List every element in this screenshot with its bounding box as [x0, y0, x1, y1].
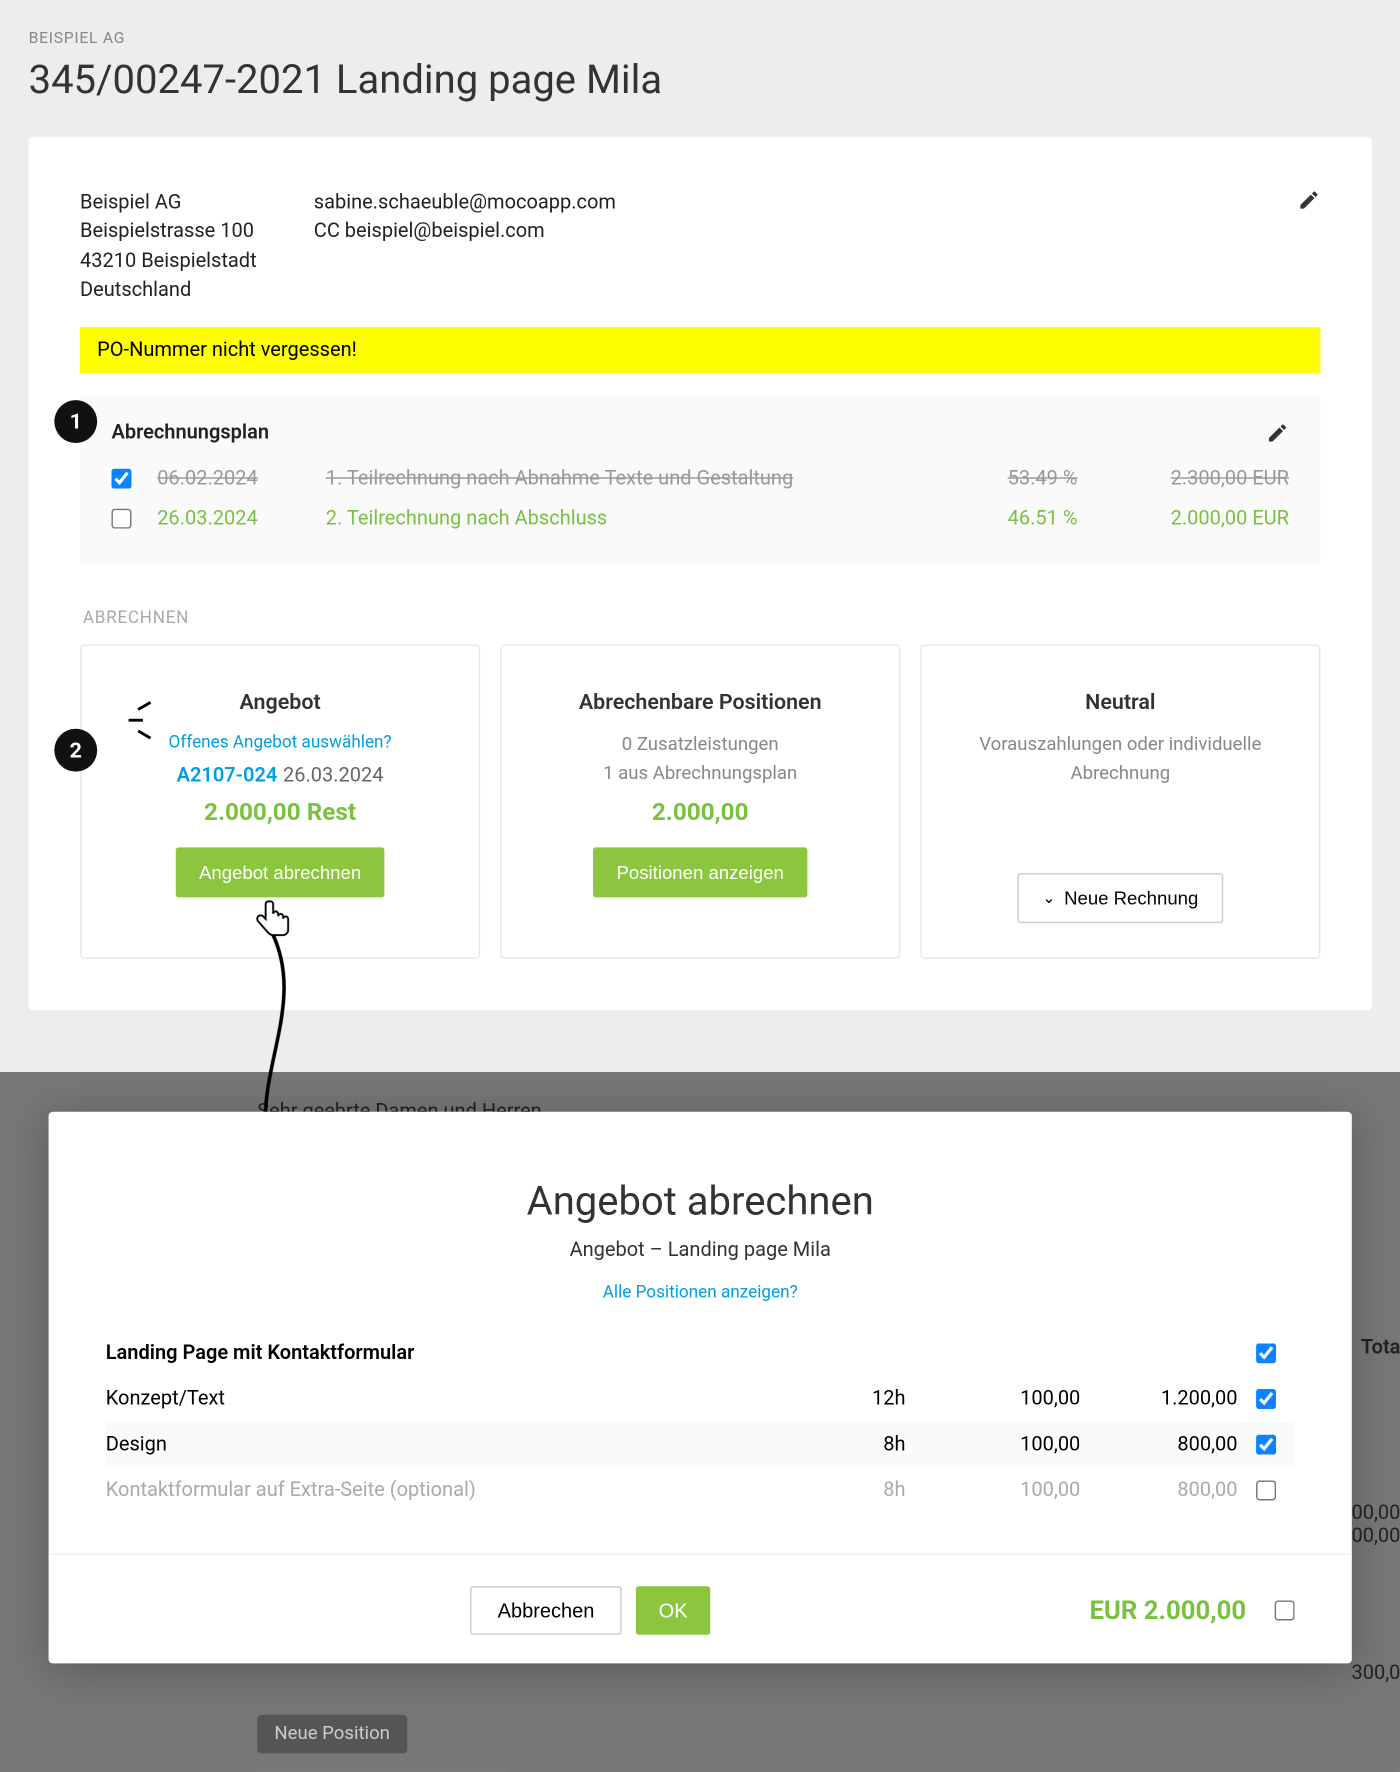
modal-item-row: Design 8 h 100,00 800,00: [106, 1422, 1295, 1468]
modal-item-label: Design: [106, 1433, 795, 1456]
positionen-card: Abrechenbare Positionen 0 Zusatzleistung…: [500, 645, 900, 959]
neutral-card: Neutral Vorauszahlungen oder individuell…: [920, 645, 1320, 959]
address-block: Beispiel AG Beispielstrasse 100 43210 Be…: [80, 189, 257, 305]
bg-num: 300,0: [1340, 1662, 1400, 1685]
positionen-title: Abrechenbare Positionen: [527, 689, 873, 715]
modal-item-checkbox[interactable]: [1256, 1389, 1276, 1409]
address-country: Deutschland: [80, 276, 257, 305]
neue-position-label: Neue Position: [257, 1715, 407, 1754]
modal-item-total: 800,00: [1080, 1479, 1237, 1502]
offer-date: 26.03.2024: [283, 765, 383, 788]
modal-item-qty: 8: [795, 1479, 895, 1502]
modal-item-label: Konzept/Text: [106, 1388, 795, 1411]
neutral-sub: Vorauszahlungen oder individuelle Abrech…: [947, 732, 1293, 788]
modal-item-row: Konzept/Text 12 h 100,00 1.200,00: [106, 1376, 1295, 1422]
plan-row-pct: 46.51 %: [949, 508, 1078, 531]
modal-section-label: Landing Page mit Kontaktformular: [106, 1342, 795, 1365]
modal-section-row: Landing Page mit Kontaktformular: [106, 1330, 1295, 1376]
badge-2: 2: [54, 729, 97, 772]
modal-table: Landing Page mit Kontaktformular Konzept…: [49, 1330, 1352, 1527]
plan-title: Abrechnungsplan: [111, 422, 269, 445]
offer-id[interactable]: A2107-024: [177, 765, 278, 788]
modal-item-checkbox[interactable]: [1256, 1435, 1276, 1455]
modal-item-price: 100,00: [937, 1433, 1080, 1456]
plan-row-date: 06.02.2024: [157, 468, 314, 491]
plan-row-pct: 53.49 %: [949, 468, 1078, 491]
neue-rechnung-button[interactable]: ⌄ Neue Rechnung: [1018, 873, 1223, 923]
address-street: Beispielstrasse 100: [80, 218, 257, 247]
modal-footer-checkbox[interactable]: [1275, 1600, 1295, 1620]
neue-rechnung-label: Neue Rechnung: [1064, 888, 1198, 909]
plan-row: 26.03.2024 2. Teilrechnung nach Abschlus…: [111, 499, 1288, 539]
angebot-select-link[interactable]: Offenes Angebot auswählen?: [107, 732, 453, 752]
positionen-line2: 1 aus Abrechnungsplan: [527, 760, 873, 788]
offer-rest: 2.000,00 Rest: [107, 799, 453, 828]
plan-edit-icon[interactable]: [1266, 422, 1289, 445]
badge-1: 1: [54, 400, 97, 443]
angebot-title: Angebot: [107, 689, 453, 715]
plan-row-desc: 1. Teilrechnung nach Abnahme Texte und G…: [326, 468, 938, 491]
project-card: Beispiel AG Beispielstrasse 100 43210 Be…: [29, 137, 1372, 1010]
modal-item-unit: h: [895, 1388, 938, 1411]
angebot-abrechnen-modal: Angebot abrechnen Angebot – Landing page…: [49, 1112, 1352, 1664]
plan-row-checkbox[interactable]: [111, 509, 131, 529]
angebot-abrechnen-button[interactable]: Angebot abrechnen: [176, 848, 384, 898]
modal-item-unit: h: [895, 1479, 938, 1502]
modal-item-total: 800,00: [1080, 1433, 1237, 1456]
modal-item-total: 1.200,00: [1080, 1388, 1237, 1411]
plan-row-amount: 2.000,00 EUR: [1089, 508, 1289, 531]
po-alert: PO-Nummer nicht vergessen!: [80, 328, 1320, 374]
plan-row-checkbox[interactable]: [111, 469, 131, 489]
modal-item-unit: h: [895, 1433, 938, 1456]
modal-show-all-link[interactable]: Alle Positionen anzeigen?: [49, 1282, 1352, 1302]
modal-footer: Abbrechen OK EUR 2.000,00: [49, 1553, 1352, 1634]
cursor-hand-icon: [254, 897, 294, 940]
modal-section-checkbox[interactable]: [1256, 1343, 1276, 1363]
modal-cancel-button[interactable]: Abbrechen: [470, 1586, 621, 1635]
modal-ok-button[interactable]: OK: [636, 1586, 711, 1635]
modal-item-row: Kontaktformular auf Extra-Seite (optiona…: [106, 1468, 1295, 1514]
plan-row-date: 26.03.2024: [157, 508, 314, 531]
chevron-down-icon: ⌄: [1042, 889, 1055, 908]
modal-item-price: 100,00: [937, 1479, 1080, 1502]
contact-block: sabine.schaeuble@mocoapp.com CC beispiel…: [314, 189, 1321, 305]
plan-row-amount: 2.300,00 EUR: [1089, 468, 1289, 491]
billing-plan: Abrechnungsplan 06.02.2024 1. Teilrechnu…: [80, 396, 1320, 565]
modal-subtitle: Angebot – Landing page Mila: [49, 1239, 1352, 1262]
modal-item-label: Kontaktformular auf Extra-Seite (optiona…: [106, 1479, 795, 1502]
neutral-title: Neutral: [947, 689, 1293, 715]
modal-item-qty: 8: [795, 1433, 895, 1456]
neue-position-pill: Neue Position: [257, 1718, 407, 1745]
contact-cc: CC beispiel@beispiel.com: [314, 218, 1321, 247]
modal-total: EUR 2.000,00: [1089, 1595, 1246, 1625]
positionen-amount: 2.000,00: [527, 799, 873, 828]
contact-email: sabine.schaeuble@mocoapp.com: [314, 189, 1321, 218]
modal-item-qty: 12: [795, 1388, 895, 1411]
positionen-anzeigen-button[interactable]: Positionen anzeigen: [594, 848, 807, 898]
modal-item-checkbox[interactable]: [1256, 1480, 1276, 1500]
positionen-line1: 0 Zusatzleistungen: [527, 732, 873, 760]
address-city: 43210 Beispielstadt: [80, 247, 257, 276]
edit-pencil-icon[interactable]: [1298, 189, 1321, 212]
abrechnen-label: ABRECHNEN: [83, 608, 1321, 628]
page-title: 345/00247-2021 Landing page Mila: [29, 56, 1372, 103]
plan-row: 06.02.2024 1. Teilrechnung nach Abnahme …: [111, 459, 1288, 499]
modal-item-price: 100,00: [937, 1388, 1080, 1411]
modal-title: Angebot abrechnen: [49, 1177, 1352, 1224]
company-label: BEISPIEL AG: [29, 29, 1372, 48]
plan-row-desc: 2. Teilrechnung nach Abschluss: [326, 508, 938, 531]
address-name: Beispiel AG: [80, 189, 257, 218]
